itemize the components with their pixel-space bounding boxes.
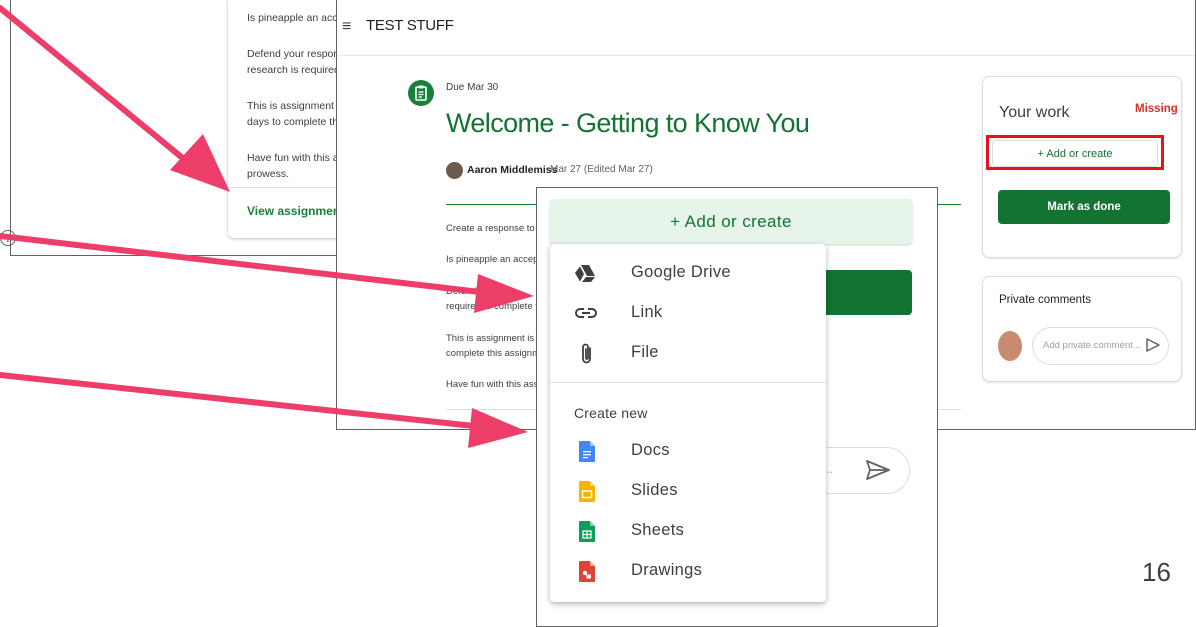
arrow-head	[170, 134, 230, 192]
annotation-arrows	[0, 5, 534, 448]
arrow-line	[0, 233, 483, 295]
arrow-line	[0, 5, 188, 163]
arrow-head	[474, 274, 534, 313]
arrow-line	[0, 372, 477, 429]
arrow-head	[468, 408, 528, 448]
